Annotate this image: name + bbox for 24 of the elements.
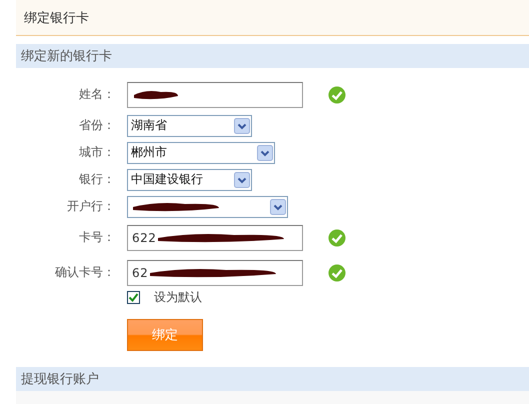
checkbox-label: 设为默认 <box>154 288 202 306</box>
checkbox[interactable] <box>127 290 140 304</box>
dropdown[interactable] <box>127 196 288 218</box>
chevron-down-icon <box>234 172 250 188</box>
check-icon <box>128 292 139 302</box>
input-field[interactable] <box>127 82 303 108</box>
input-field[interactable]: 62 <box>127 260 303 286</box>
field-label: 姓名： <box>78 86 116 103</box>
field-label: 省份： <box>78 117 116 134</box>
dropdown[interactable]: 郴州市 <box>127 142 275 164</box>
field-label: 卡号： <box>78 229 116 246</box>
input-field[interactable]: 622 <box>127 224 303 250</box>
field-label: 城市： <box>78 144 116 161</box>
field-label: 银行： <box>78 171 116 188</box>
section-title: 绑定新的银行卡 <box>21 48 112 65</box>
chevron-down-icon <box>270 198 286 214</box>
dropdown[interactable]: 中国建设银行 <box>127 168 252 190</box>
field-label: 确认卡号： <box>54 264 116 281</box>
page-title: 绑定银行卡 <box>24 10 89 26</box>
chevron-down-icon <box>234 118 250 134</box>
chevron-down-icon <box>257 144 273 160</box>
section-title: 提现银行账户 <box>21 371 99 388</box>
field-label: 开户行： <box>66 198 116 215</box>
dropdown[interactable]: 湖南省 <box>127 114 252 136</box>
